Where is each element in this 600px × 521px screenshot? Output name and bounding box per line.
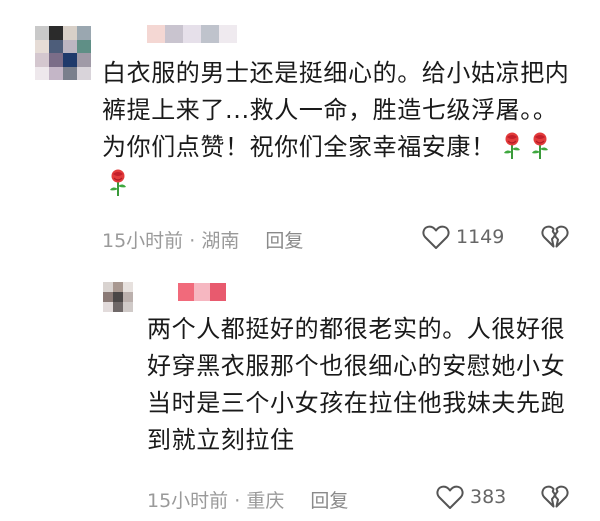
avatar-pixel: [49, 66, 63, 80]
rose-emoji-icon: [531, 132, 548, 159]
reply-location: 重庆: [246, 490, 285, 512]
avatar-pixel: [63, 39, 77, 53]
avatar-pixel: [77, 26, 91, 40]
avatar-pixel: [103, 282, 113, 292]
dislike-button[interactable]: [541, 484, 569, 514]
comment-time: 15小时前: [102, 230, 184, 252]
commenter-avatar[interactable]: [35, 26, 91, 80]
avatar-pixel: [123, 282, 133, 292]
heart-outline-icon: [422, 225, 450, 249]
rose-emoji-icon: [503, 132, 520, 159]
avatar-pixel: [49, 53, 63, 67]
avatar-pixel: [63, 66, 77, 80]
reply-time: 15小时前: [147, 490, 229, 512]
name-pixel: [183, 25, 201, 43]
avatar-pixel: [49, 26, 63, 40]
avatar-pixel: [35, 39, 49, 53]
like-count: 383: [470, 486, 507, 508]
avatar-pixel: [35, 66, 49, 80]
like-button[interactable]: 383: [436, 484, 506, 510]
reply-body: 两个人都挺好的都很老实的。人很好很好穿黑衣服那个也很细心的安慰她小女当时是三个小…: [147, 315, 566, 454]
replier-avatar[interactable]: [103, 282, 133, 312]
avatar-pixel: [123, 302, 133, 312]
meta-separator: ·: [228, 490, 247, 512]
avatar-pixel: [113, 302, 123, 312]
avatar-pixel: [35, 26, 49, 40]
dislike-button[interactable]: [541, 224, 569, 254]
avatar-pixel: [113, 292, 123, 302]
reply-button[interactable]: 回复: [310, 490, 348, 512]
rose-emoji-icon: [110, 169, 126, 196]
comment-text: 白衣服的男士还是挺细心的。给小姑凉把内裤提上来了...救人一命，胜造七级浮屠。。…: [102, 55, 572, 203]
avatar-pixel: [113, 282, 123, 292]
name-pixel: [178, 283, 194, 301]
avatar-pixel: [63, 26, 77, 40]
name-pixel: [147, 25, 165, 43]
avatar-pixel: [77, 39, 91, 53]
avatar-pixel: [49, 39, 63, 53]
avatar-pixel: [123, 292, 133, 302]
reply-text: 两个人都挺好的都很老实的。人很好很好穿黑衣服那个也很细心的安慰她小女当时是三个小…: [147, 311, 577, 459]
name-pixel: [201, 25, 219, 43]
broken-heart-icon: [541, 225, 569, 248]
avatar-pixel: [35, 53, 49, 67]
commenter-name-blurred[interactable]: [147, 25, 237, 43]
name-pixel: [165, 25, 183, 43]
like-count: 1149: [456, 226, 505, 248]
avatar-pixel: [77, 66, 91, 80]
avatar-pixel: [63, 53, 77, 67]
heart-outline-icon: [436, 485, 464, 509]
name-pixel: [219, 25, 237, 43]
reply-meta: 15小时前 · 重庆 回复: [147, 486, 348, 513]
replier-name-blurred[interactable]: [178, 283, 226, 301]
reply-button[interactable]: 回复: [265, 230, 303, 252]
comment-location: 湖南: [201, 230, 240, 252]
broken-heart-icon: [541, 485, 569, 508]
meta-separator: ·: [183, 230, 202, 252]
name-pixel: [194, 283, 210, 301]
comment-meta: 15小时前 · 湖南 回复: [102, 226, 303, 253]
like-button[interactable]: 1149: [422, 224, 504, 250]
name-pixel: [210, 283, 226, 301]
avatar-pixel: [103, 292, 113, 302]
avatar-pixel: [77, 53, 91, 67]
avatar-pixel: [103, 302, 113, 312]
